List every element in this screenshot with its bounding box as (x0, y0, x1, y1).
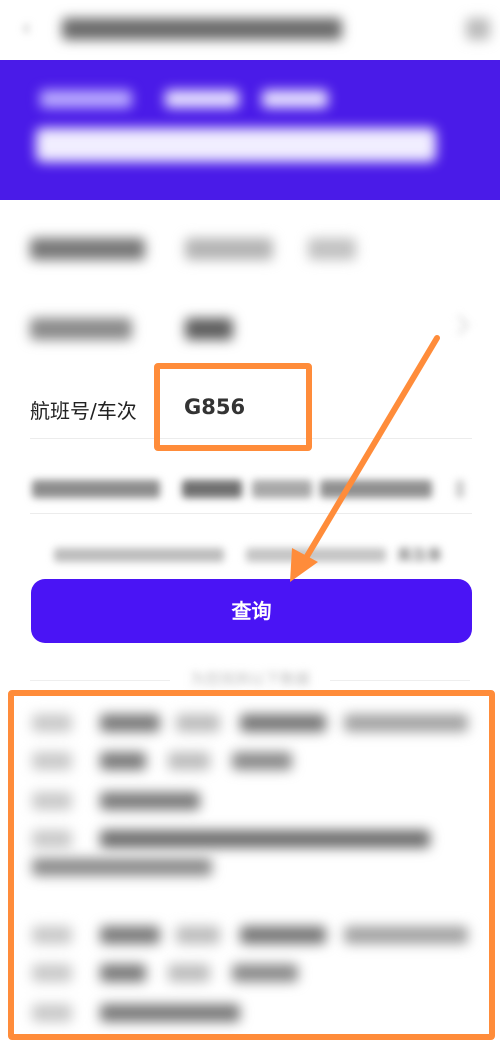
pixelated-text (182, 480, 242, 498)
highlight-box-flight-number (154, 363, 312, 451)
banner-headline (36, 128, 436, 162)
back-arrow-icon[interactable]: ‹ (22, 18, 36, 40)
form-row-date[interactable] (30, 230, 472, 270)
pixelated-text (246, 548, 386, 562)
banner-tag-3 (262, 90, 328, 108)
banner-tag-1 (40, 90, 132, 108)
top-nav-bar: ‹ (0, 0, 500, 60)
more-icon[interactable] (466, 18, 490, 40)
results-hint: 为您找到以下数据 (189, 670, 310, 688)
form-row-label (30, 318, 132, 340)
pixelated-text (32, 480, 160, 498)
flight-number-label: 航班号/车次 (30, 399, 137, 423)
agreement-text-tail: 乘及事 (396, 546, 442, 564)
annotation-arrow-shaft (297, 335, 440, 571)
form-row-pixelated (30, 470, 472, 514)
chevron-right-icon (449, 315, 469, 335)
agreement-line[interactable]: 乘及事 (40, 546, 450, 566)
form-row-value (185, 318, 233, 340)
form-row-value (185, 238, 273, 260)
header-banner (0, 60, 500, 200)
page-title (62, 18, 342, 40)
query-button[interactable]: 查询 (31, 579, 472, 643)
pixelated-text (54, 548, 224, 562)
pixelated-text (320, 480, 432, 498)
pixelated-text (252, 480, 312, 498)
form-row-value-extra (308, 238, 356, 260)
banner-tag-2 (165, 90, 239, 108)
form-row-type[interactable] (30, 310, 472, 350)
highlight-box-results (8, 690, 495, 1040)
form-row-label (30, 238, 145, 260)
pixelated-text (456, 480, 464, 498)
